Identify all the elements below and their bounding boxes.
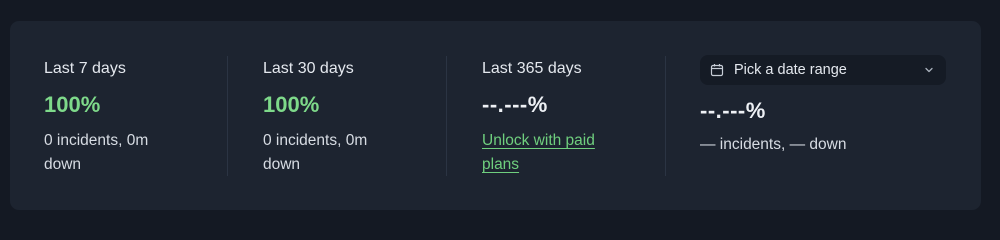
uptime-percent: 100% [263, 92, 320, 117]
period-label: Last 365 days [482, 60, 582, 77]
period-last-30-days: Last 30 days 100% 0 incidents, 0m down [263, 21, 443, 210]
incident-summary: — incidents, — down [700, 136, 847, 153]
incident-summary: 0 incidents, 0m down [263, 132, 368, 173]
period-last-7-days: Last 7 days 100% 0 incidents, 0m down [44, 21, 224, 210]
uptime-percent: 100% [44, 92, 101, 117]
column-divider [446, 56, 447, 176]
calendar-icon [710, 64, 724, 77]
period-label: Last 30 days [263, 60, 354, 77]
date-range-picker[interactable]: Pick a date range [700, 55, 946, 85]
date-range-picker-label: Pick a date range [734, 62, 847, 78]
period-last-365-days: Last 365 days --.---% Unlock with paid p… [482, 21, 662, 210]
column-divider [227, 56, 228, 176]
chevron-down-icon [925, 67, 933, 73]
custom-date-range: Pick a date range --.---% — incidents, —… [700, 21, 960, 210]
uptime-percent: --.---% [700, 98, 766, 123]
unlock-paid-plans-link[interactable]: Unlock with paid plans [482, 129, 632, 177]
incident-summary: 0 incidents, 0m down [44, 132, 149, 173]
column-divider [665, 56, 666, 176]
period-label: Last 7 days [44, 60, 126, 77]
uptime-percent: --.---% [482, 92, 548, 117]
uptime-summary-panel: Last 7 days 100% 0 incidents, 0m down La… [10, 21, 981, 210]
